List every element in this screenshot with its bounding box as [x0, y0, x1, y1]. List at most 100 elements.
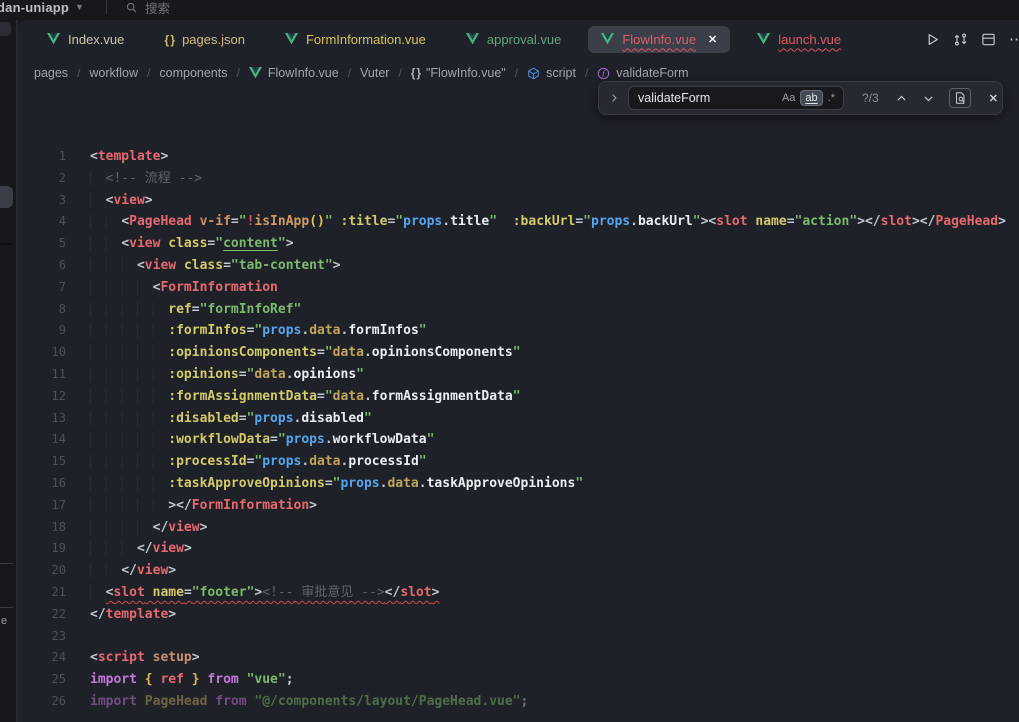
line-number: 20: [18, 560, 66, 582]
code-text: import { ref } from "vue";: [90, 669, 294, 691]
line-number: 1: [18, 146, 66, 168]
code-line[interactable]: 12 :formAssignmentData="data.formAssignm…: [18, 386, 1019, 408]
code-line[interactable]: 16 :taskApproveOpinions="props.data.task…: [18, 473, 1019, 495]
breadcrumb-separator: /: [398, 66, 401, 80]
tab-label: launch.vue: [778, 32, 841, 47]
close-tab-icon[interactable]: ✕: [708, 33, 717, 46]
breadcrumb-item[interactable]: components: [159, 66, 227, 80]
breadcrumb-item[interactable]: { } "FlowInfo.vue": [411, 66, 506, 80]
topbar-divider: [106, 0, 107, 14]
code-text: <slot name="footer"><!-- 审批意见 --></slot>: [90, 582, 439, 604]
breadcrumb-separator: /: [585, 66, 588, 80]
code-line[interactable]: 3 <view>: [18, 190, 1019, 212]
breadcrumb-label: Vuter: [360, 66, 389, 80]
line-number: 10: [18, 342, 66, 364]
code-line[interactable]: 6 <view class="tab-content">: [18, 255, 1019, 277]
code-line[interactable]: 14 :workflowData="props.workflowData": [18, 429, 1019, 451]
code-text: </view>: [90, 560, 176, 582]
code-text: <view class="tab-content">: [90, 255, 340, 277]
breadcrumb-label: "FlowInfo.vue": [426, 66, 506, 80]
code-line[interactable]: 9 :formInfos="props.data.formInfos": [18, 320, 1019, 342]
run-button[interactable]: [925, 32, 940, 47]
code-text: ></FormInformation>: [90, 495, 317, 517]
code-text: import PageHead from "@/components/layou…: [90, 691, 528, 713]
line-number: 8: [18, 299, 66, 321]
code-line[interactable]: 26import PageHead from "@/components/lay…: [18, 691, 1019, 713]
code-scroll-area: 1<template>2 <!-- 流程 -->3 <view>4 <PageH…: [18, 88, 1019, 713]
breadcrumb-separator: /: [77, 66, 80, 80]
editor-tab[interactable]: launch.vue: [744, 26, 854, 53]
vue-icon: [47, 33, 60, 45]
line-number: 4: [18, 211, 66, 233]
braces-icon: { }: [411, 66, 420, 80]
more-actions-icon[interactable]: ⋯: [1009, 30, 1019, 48]
code-line[interactable]: 15 :processId="props.data.processId": [18, 451, 1019, 473]
editor-actions: ⋯: [925, 30, 1019, 48]
code-line[interactable]: 4 <PageHead v-if="!isInApp()" :title="pr…: [18, 211, 1019, 233]
project-name[interactable]: dan-uniapp: [0, 0, 69, 15]
code-line[interactable]: 17 ></FormInformation>: [18, 495, 1019, 517]
editor-tab[interactable]: { } pages.json: [151, 26, 258, 53]
whole-word-button[interactable]: ab: [800, 90, 822, 106]
code-line[interactable]: 19 </view>: [18, 538, 1019, 560]
code-text: <view class="content">: [90, 233, 294, 255]
previous-match-icon[interactable]: [895, 92, 908, 105]
find-input-wrap: Aa ab .*: [628, 86, 844, 110]
line-number: 16: [18, 473, 66, 495]
editor-tab[interactable]: Index.vue: [34, 26, 137, 53]
code-line[interactable]: 8 ref="formInfoRef": [18, 299, 1019, 321]
global-search[interactable]: 搜索: [125, 0, 170, 17]
code-line[interactable]: 2 <!-- 流程 -->: [18, 168, 1019, 190]
code-line[interactable]: 18 </view>: [18, 517, 1019, 539]
code-line[interactable]: 1<template>: [18, 146, 1019, 168]
split-editor-icon[interactable]: [981, 32, 996, 47]
breadcrumb-item[interactable]: FlowInfo.vue: [249, 66, 339, 80]
line-number: 6: [18, 255, 66, 277]
line-number: 25: [18, 669, 66, 691]
code-line[interactable]: 25 import { ref } from "vue";: [18, 669, 1019, 691]
sidebar-divider: [0, 243, 13, 245]
code-line[interactable]: 20 </view>: [18, 560, 1019, 582]
breadcrumb-item[interactable]: f validateForm: [597, 66, 688, 80]
breadcrumb-item[interactable]: workflow: [89, 66, 138, 80]
error-squiggle: <slot name="footer"><!-- 审批意见 --></slot>: [106, 585, 440, 600]
code-text: </view>: [90, 538, 192, 560]
code-line[interactable]: 7 <FormInformation: [18, 277, 1019, 299]
find-input[interactable]: [638, 91, 777, 105]
close-find-icon[interactable]: ✕: [989, 92, 998, 105]
code-line[interactable]: 13 :disabled="props.disabled": [18, 408, 1019, 430]
top-bar: dan-uniapp ▼ 搜索: [0, 0, 1019, 20]
line-number: 7: [18, 277, 66, 299]
editor-tab[interactable]: FlowInfo.vue ✕: [588, 26, 730, 53]
code-line[interactable]: 21 <slot name="footer"><!-- 审批意见 --></sl…: [18, 582, 1019, 604]
code-line[interactable]: 24<script setup>: [18, 647, 1019, 669]
regex-button[interactable]: .*: [823, 90, 840, 106]
compare-icon[interactable]: [953, 32, 968, 47]
code-line[interactable]: 23: [18, 626, 1019, 648]
breadcrumb-item[interactable]: pages: [34, 66, 68, 80]
code-line[interactable]: 5 <view class="content">: [18, 233, 1019, 255]
code-editor[interactable]: 1<template>2 <!-- 流程 -->3 <view>4 <PageH…: [18, 88, 1019, 722]
toggle-replace-icon[interactable]: [608, 92, 620, 104]
code-text: :workflowData="props.workflowData": [90, 429, 434, 451]
editor-panel: Index.vue { } pages.json FormInformation…: [18, 20, 1019, 722]
code-text: </view>: [90, 517, 207, 539]
code-line[interactable]: 11 :opinions="data.opinions": [18, 364, 1019, 386]
breadcrumb-item[interactable]: script: [527, 66, 576, 80]
code-line[interactable]: 22</template>: [18, 604, 1019, 626]
vue-icon: [601, 33, 614, 45]
editor-tab[interactable]: approval.vue: [453, 26, 574, 53]
breadcrumb-separator: /: [515, 66, 518, 80]
line-number: 23: [18, 626, 66, 648]
sidebar-handle-top[interactable]: [0, 22, 11, 36]
match-case-button[interactable]: Aa: [777, 90, 800, 106]
next-match-icon[interactable]: [922, 92, 935, 105]
breadcrumb-item[interactable]: Vuter: [360, 66, 389, 80]
vue-icon: [757, 33, 770, 45]
editor-tab[interactable]: FormInformation.vue: [272, 26, 439, 53]
sidebar-drag-handle[interactable]: [0, 186, 13, 208]
find-in-selection-button[interactable]: [949, 88, 971, 108]
line-number: 19: [18, 538, 66, 560]
breadcrumb-label: FlowInfo.vue: [268, 66, 339, 80]
code-line[interactable]: 10 :opinionsComponents="data.opinionsCom…: [18, 342, 1019, 364]
